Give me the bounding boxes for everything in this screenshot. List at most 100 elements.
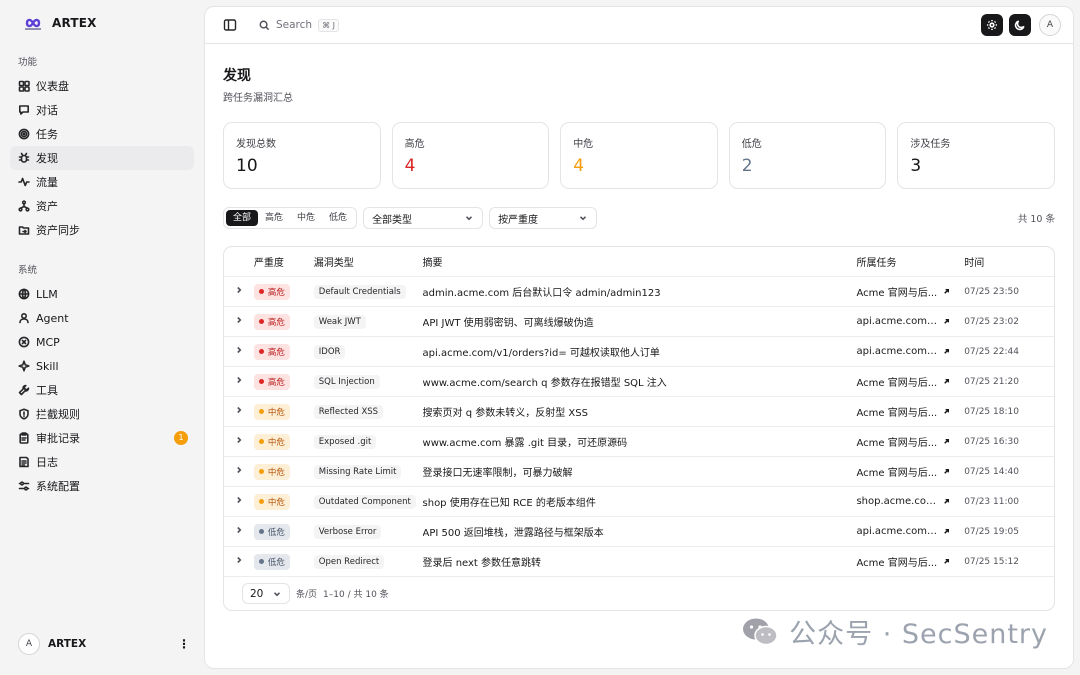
wrench-icon	[18, 384, 30, 396]
user-row[interactable]: A ARTEX ⋮	[18, 633, 190, 655]
severity-cell: 低危	[253, 553, 314, 570]
type-cell: Default Credentials	[313, 284, 423, 299]
severity-badge: 高危	[253, 313, 290, 330]
sidebar-item-7[interactable]: 资产同步	[10, 218, 194, 242]
severity-filter-2[interactable]: 高危	[258, 210, 290, 226]
external-link-icon[interactable]	[942, 287, 951, 296]
sidebar-item-label: 拦截规则	[36, 408, 80, 421]
external-link-icon[interactable]	[942, 467, 951, 476]
chevron-right-icon[interactable]	[234, 345, 244, 355]
task-name: api.acme.com ...	[856, 526, 939, 537]
severity-label: 高危	[267, 287, 285, 298]
search-placeholder: Search	[276, 19, 313, 31]
total-count: 共 10 条	[1017, 214, 1055, 225]
external-link-icon[interactable]	[942, 407, 951, 416]
severity-badge: 中危	[253, 463, 290, 480]
search-bar[interactable]: Search ⌘ J	[259, 18, 975, 32]
external-link-icon[interactable]	[942, 527, 951, 536]
theme-toggle-button[interactable]	[1009, 14, 1031, 36]
table-row[interactable]: 低危 Open Redirect 登录后 next 参数任意跳转 Acme 官网与后.…	[224, 547, 1054, 577]
severity-filter-3[interactable]: 中危	[290, 210, 322, 226]
sidebar-item-3[interactable]: MCP	[10, 330, 194, 354]
task-name: Acme 官网与后...	[856, 468, 938, 479]
severity-label: 高危	[267, 377, 285, 388]
stat-value: 4	[573, 156, 585, 176]
sidebar-toggle-icon[interactable]	[223, 18, 237, 32]
external-link-icon[interactable]	[942, 497, 951, 506]
severity-filter-4[interactable]: 低危	[322, 210, 354, 226]
task-name: Acme 官网与后...	[856, 288, 938, 299]
sidebar-item-6[interactable]: 资产	[10, 194, 194, 218]
sidebar-item-2[interactable]: Agent	[10, 306, 194, 330]
table-row[interactable]: 中危 Exposed .git www.acme.com 暴露 .git 目录，可还…	[224, 427, 1054, 457]
severity-badge: 高危	[253, 343, 290, 360]
chevron-right-icon[interactable]	[234, 375, 244, 385]
table-row[interactable]: 高危 SQL Injection www.acme.com/search q 参数存…	[224, 367, 1054, 397]
sidebar-item-4[interactable]: Skill	[10, 354, 194, 378]
time-cell: 07/25 18:10	[964, 406, 1019, 417]
table-row[interactable]: 中危 Missing Rate Limit 登录接口无速率限制，可暴力破解 Acme …	[224, 457, 1054, 487]
sidebar-item-4[interactable]: 发现	[10, 146, 194, 170]
type-cell: Reflected XSS	[313, 404, 423, 419]
severity-dot	[258, 559, 264, 564]
header-task: 所属任务	[856, 258, 897, 269]
sidebar-item-1[interactable]: LLM	[10, 282, 194, 306]
chevron-right-icon[interactable]	[234, 435, 244, 445]
type-select-value: 全部类型	[372, 214, 413, 226]
task-cell: Acme 官网与后...	[856, 284, 964, 299]
chat-icon	[19, 105, 29, 115]
severity-dot	[258, 409, 264, 414]
sidebar-item-6[interactable]: 拦截规则	[10, 402, 194, 426]
external-link-icon[interactable]	[942, 437, 951, 446]
type-tag: Verbose Error	[313, 524, 382, 539]
external-link-icon[interactable]	[942, 557, 951, 566]
chevron-right-icon[interactable]	[234, 465, 244, 475]
severity-badge: 低危	[253, 523, 290, 540]
user-avatar[interactable]: A	[18, 633, 40, 655]
sort-select[interactable]: 按严重度	[489, 207, 598, 229]
task-name: api.acme.com ...	[856, 316, 939, 327]
more-vertical-icon[interactable]: ⋮	[178, 637, 190, 651]
stat-value: 2	[741, 156, 753, 176]
external-link-icon[interactable]	[942, 347, 951, 356]
chevron-right-icon[interactable]	[234, 555, 244, 565]
content: 发现 跨任务漏洞汇总 发现总数 10 高危 4 中危 4 低危 2 涉及任务 3 全部 高危 中危 低危…	[205, 65, 1073, 611]
sidebar-item-label: 资产	[36, 200, 58, 213]
table-row[interactable]: 高危 Weak JWT API JWT 使用弱密钥、可离线爆破伪造 api.acme.…	[224, 307, 1054, 337]
summary-cell: API 500 返回堆栈，泄露路径与框架版本	[422, 528, 604, 539]
sidebar-item-7[interactable]: 审批记录 1	[10, 426, 194, 450]
chevron-right-icon[interactable]	[234, 315, 244, 325]
expand-cell	[224, 345, 254, 358]
main-panel: Search ⌘ J A 发现 跨任务漏洞汇总 发现总数 10 高危 4 中危 4 低危 2 涉…	[204, 6, 1074, 669]
sidebar: ARTEX 功能 仪表盘 对话 任务 发现 流量 资产 资产同步 系统 LLM Agent MC…	[0, 0, 204, 675]
severity-cell: 高危	[253, 313, 314, 330]
table-row[interactable]: 高危 Default Credentials admin.acme.com 后台默认…	[224, 277, 1054, 307]
sidebar-item-9[interactable]: 系统配置	[10, 474, 194, 498]
sidebar-item-5[interactable]: 工具	[10, 378, 194, 402]
table-row[interactable]: 中危 Reflected XSS 搜索页对 q 参数未转义，反射型 XSS Acme …	[224, 397, 1054, 427]
top-avatar[interactable]: A	[1039, 14, 1061, 36]
external-link-icon[interactable]	[942, 317, 951, 326]
brand[interactable]: ARTEX	[22, 12, 194, 34]
severity-filter-1[interactable]: 全部	[226, 210, 259, 226]
table-row[interactable]: 高危 IDOR api.acme.com/v1/orders?id= 可越权读取他人…	[224, 337, 1054, 367]
chevron-right-icon[interactable]	[234, 495, 244, 505]
chevron-right-icon[interactable]	[234, 525, 244, 535]
sidebar-item-3[interactable]: 任务	[10, 122, 194, 146]
sidebar-item-8[interactable]: 日志	[10, 450, 194, 474]
external-link-icon[interactable]	[942, 377, 951, 386]
chevron-right-icon[interactable]	[234, 285, 244, 295]
page-size-select[interactable]: 20	[242, 583, 290, 604]
sidebar-item-5[interactable]: 流量	[10, 170, 194, 194]
chevron-right-icon[interactable]	[234, 405, 244, 415]
settings-button[interactable]	[981, 14, 1003, 36]
table-row[interactable]: 中危 Outdated Component shop 使用存在已知 RCE 的老版本…	[224, 487, 1054, 517]
sidebar-item-2[interactable]: 对话	[10, 98, 194, 122]
table-row[interactable]: 低危 Verbose Error API 500 返回堆栈，泄露路径与框架版本 api…	[224, 517, 1054, 547]
page-subtitle: 跨任务漏洞汇总	[223, 93, 293, 104]
sidebar-item-1[interactable]: 仪表盘	[10, 74, 194, 98]
chevron-down-icon	[579, 216, 587, 221]
sidebar-item-label: MCP	[36, 335, 60, 349]
page-size-value: 20	[250, 587, 264, 600]
type-select[interactable]: 全部类型	[363, 207, 484, 229]
